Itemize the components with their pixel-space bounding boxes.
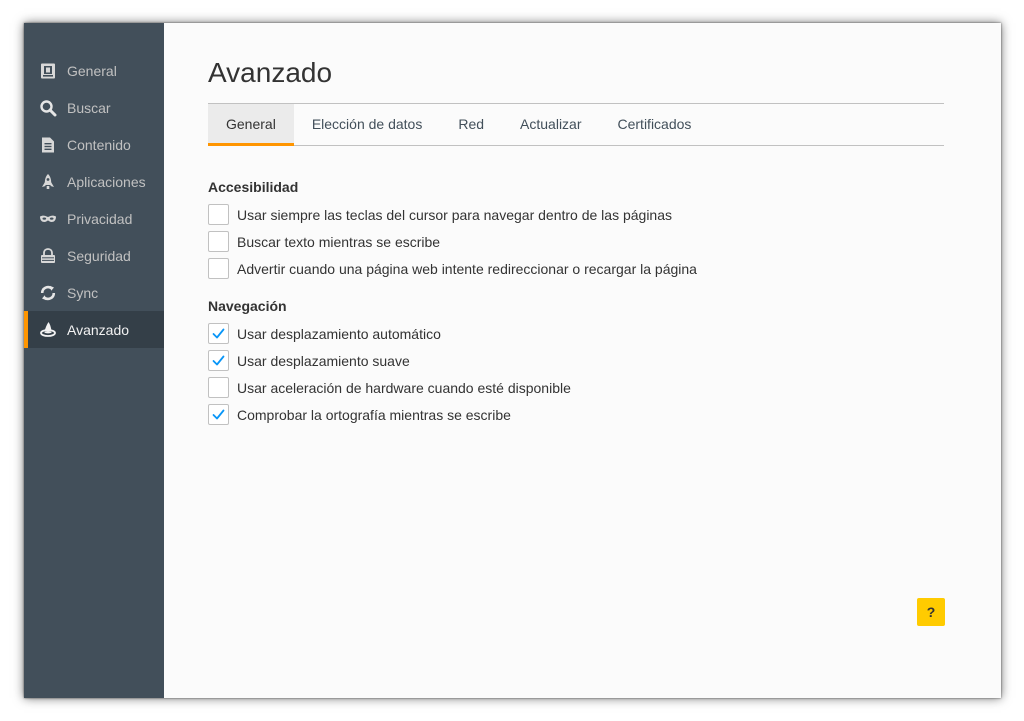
- sidebar-item-label: Contenido: [67, 136, 131, 153]
- option-search-as-type[interactable]: Buscar texto mientras se escribe: [208, 228, 945, 255]
- lock-icon: [39, 247, 57, 265]
- sidebar-item-security[interactable]: Seguridad: [24, 237, 164, 274]
- sidebar-item-content[interactable]: Contenido: [24, 126, 164, 163]
- sidebar-item-label: Seguridad: [67, 247, 131, 264]
- sidebar-item-label: Privacidad: [67, 210, 133, 227]
- checkbox[interactable]: [208, 323, 229, 344]
- option-smooth-scroll[interactable]: Usar desplazamiento suave: [208, 347, 945, 374]
- option-hardware-acceleration[interactable]: Usar aceleración de hardware cuando esté…: [208, 374, 945, 401]
- document-icon: [39, 136, 57, 154]
- tab-update[interactable]: Actualizar: [502, 104, 599, 145]
- option-spellcheck[interactable]: Comprobar la ortografía mientras se escr…: [208, 401, 945, 428]
- sidebar-item-label: Aplicaciones: [67, 173, 146, 190]
- option-label: Usar aceleración de hardware cuando esté…: [237, 379, 571, 396]
- sidebar-item-advanced[interactable]: Avanzado: [24, 311, 164, 348]
- sidebar-item-privacy[interactable]: Privacidad: [24, 200, 164, 237]
- accessibility-group: Accesibilidad Usar siempre las teclas de…: [208, 179, 945, 282]
- sidebar-item-applications[interactable]: Aplicaciones: [24, 163, 164, 200]
- sidebar-item-label: Avanzado: [67, 321, 130, 338]
- checkmark-icon: [212, 355, 225, 366]
- checkbox[interactable]: [208, 204, 229, 225]
- option-label: Usar desplazamiento suave: [237, 352, 410, 369]
- tab-network[interactable]: Red: [440, 104, 502, 145]
- option-label: Usar siempre las teclas del cursor para …: [237, 206, 673, 223]
- page-title: Avanzado: [208, 57, 333, 88]
- checkbox[interactable]: [208, 350, 229, 371]
- option-warn-redirect[interactable]: Advertir cuando una página web intente r…: [208, 255, 945, 282]
- main-content: Avanzado General Elección de datos Red A…: [164, 23, 1001, 698]
- option-label: Usar desplazamiento automático: [237, 325, 441, 342]
- sidebar: General Buscar Contenido Aplicaciones Pr…: [24, 23, 164, 698]
- option-label: Buscar texto mientras se escribe: [237, 233, 441, 250]
- search-icon: [39, 99, 57, 117]
- general-icon: [39, 62, 57, 80]
- sidebar-item-label: Sync: [67, 284, 99, 301]
- help-button[interactable]: ?: [917, 598, 945, 626]
- checkbox[interactable]: [208, 258, 229, 279]
- option-cursor-keys[interactable]: Usar siempre las teclas del cursor para …: [208, 201, 945, 228]
- tab-data-choices[interactable]: Elección de datos: [294, 104, 441, 145]
- wizard-hat-icon: [39, 321, 57, 339]
- tab-certificates[interactable]: Certificados: [600, 104, 710, 145]
- tab-general[interactable]: General: [208, 104, 294, 146]
- option-label: Comprobar la ortografía mientras se escr…: [237, 406, 511, 423]
- sidebar-item-label: General: [67, 62, 117, 79]
- sidebar-item-general[interactable]: General: [24, 52, 164, 89]
- sync-icon: [39, 284, 57, 302]
- browsing-group: Navegación Usar desplazamiento automátic…: [208, 298, 945, 428]
- checkbox[interactable]: [208, 404, 229, 425]
- sidebar-item-label: Buscar: [67, 99, 111, 116]
- group-title: Accesibilidad: [208, 179, 299, 195]
- checkbox[interactable]: [208, 377, 229, 398]
- tab-bar: General Elección de datos Red Actualizar…: [208, 103, 944, 146]
- option-autoscroll[interactable]: Usar desplazamiento automático: [208, 320, 945, 347]
- sidebar-item-sync[interactable]: Sync: [24, 274, 164, 311]
- option-label: Advertir cuando una página web intente r…: [237, 260, 697, 277]
- rocket-icon: [39, 173, 57, 191]
- checkbox[interactable]: [208, 231, 229, 252]
- preferences-window: General Buscar Contenido Aplicaciones Pr…: [24, 23, 1001, 698]
- mask-icon: [39, 210, 57, 228]
- checkmark-icon: [212, 409, 225, 420]
- group-title: Navegación: [208, 298, 287, 314]
- checkmark-icon: [212, 328, 225, 339]
- sidebar-item-search[interactable]: Buscar: [24, 89, 164, 126]
